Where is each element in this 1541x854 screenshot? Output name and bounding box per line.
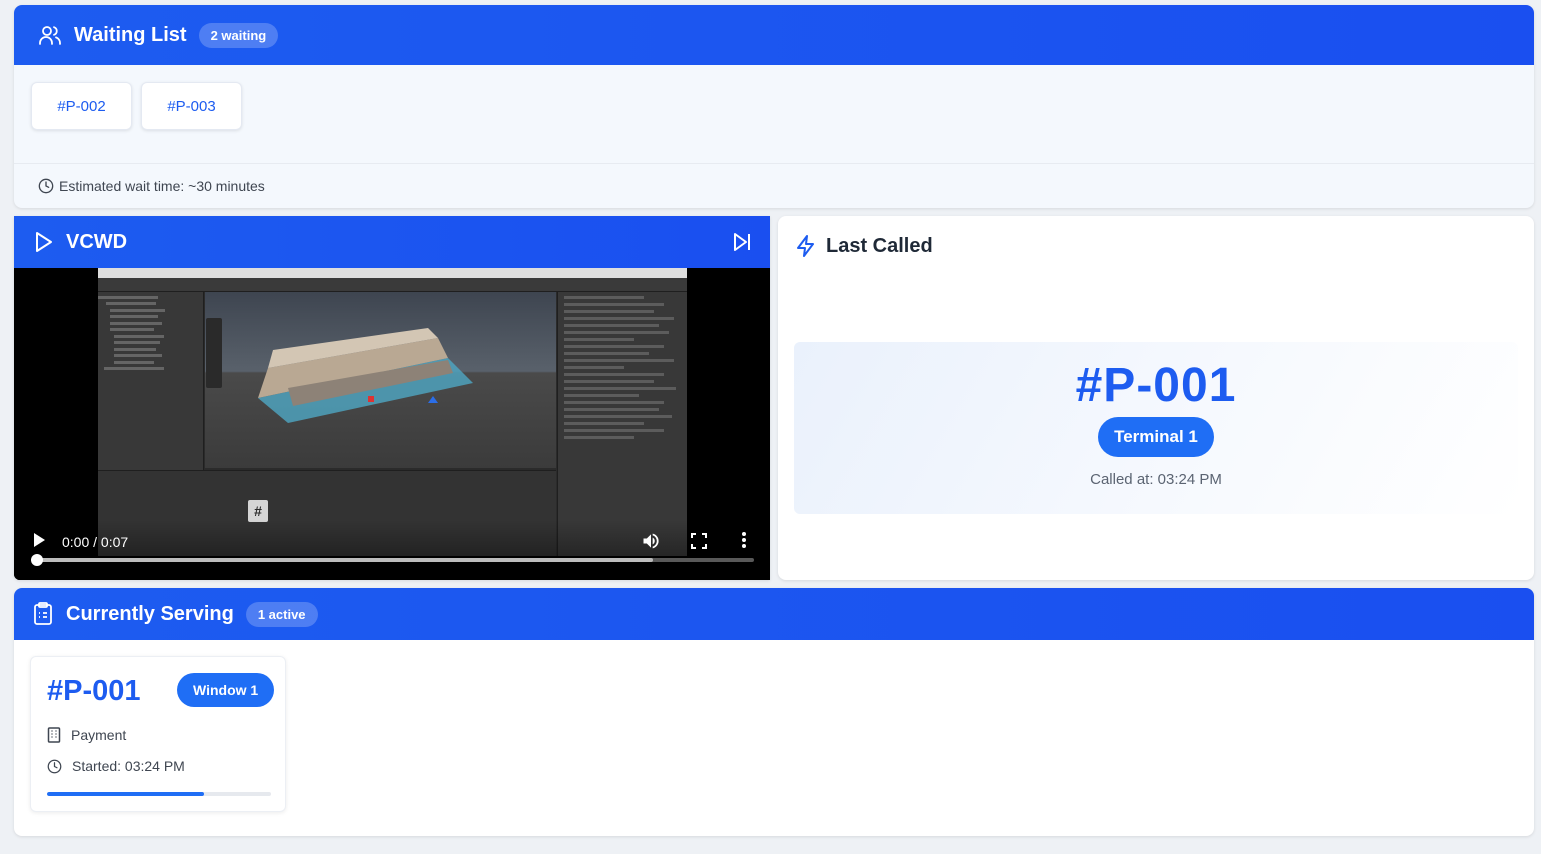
clipboard-icon (32, 602, 54, 626)
video-title: VCWD (66, 230, 128, 253)
service-row: Payment (47, 727, 126, 743)
play-icon[interactable] (32, 532, 46, 548)
clock-icon (38, 178, 59, 194)
video-panel: VCWD # 0:00 / 0:07 (14, 216, 770, 580)
clock-icon (47, 759, 72, 774)
video-progress-bar[interactable] (31, 554, 754, 566)
wait-estimate-text: Estimated wait time: ~30 minutes (59, 178, 265, 194)
waiting-ticket[interactable]: #P-002 (31, 82, 132, 130)
video-controls: 0:00 / 0:07 (14, 520, 770, 580)
currently-serving-panel: Currently Serving 1 active #P-001 Window… (14, 588, 1534, 836)
called-at-time: Called at: 03:24 PM (1090, 471, 1222, 488)
waiting-ticket[interactable]: #P-003 (141, 82, 242, 130)
video-progress-thumb[interactable] (31, 554, 43, 566)
terminal-badge: Terminal 1 (1098, 417, 1214, 457)
video-player[interactable]: # 0:00 / 0:07 (14, 268, 770, 580)
waiting-list-header: Waiting List 2 waiting (14, 5, 1534, 65)
fullscreen-icon[interactable] (691, 533, 707, 549)
service-progress-bar (47, 792, 271, 796)
service-name: Payment (71, 727, 127, 743)
started-row: Started: 03:24 PM (47, 758, 185, 774)
waiting-ticket-list: #P-002 #P-003 (14, 65, 1534, 163)
last-called-card: #P-001 Terminal 1 Called at: 03:24 PM (794, 342, 1518, 514)
building-icon (47, 727, 71, 743)
waiting-list-panel: Waiting List 2 waiting #P-002 #P-003 Est… (14, 5, 1534, 208)
wait-estimate: Estimated wait time: ~30 minutes (14, 163, 1534, 208)
started-time: Started: 03:24 PM (72, 758, 185, 774)
waiting-list-title: Waiting List (74, 23, 187, 46)
users-icon (38, 23, 62, 47)
volume-icon[interactable] (641, 531, 661, 551)
last-called-number: #P-001 (1075, 359, 1237, 412)
active-count-badge: 1 active (245, 601, 318, 627)
more-options-icon[interactable] (741, 531, 747, 549)
service-progress-fill (47, 792, 204, 796)
last-called-title: Last Called (826, 234, 933, 257)
video-frame: # (98, 268, 687, 556)
serving-number: #P-001 (47, 675, 141, 707)
waiting-count-badge: 2 waiting (198, 22, 279, 48)
video-time: 0:00 / 0:07 (62, 534, 129, 550)
serving-card[interactable]: #P-001 Window 1 Payment Started: 03:24 P… (30, 656, 286, 812)
last-called-panel: Last Called #P-001 Terminal 1 Called at:… (778, 216, 1534, 580)
play-outline-icon (34, 231, 54, 253)
video-header: VCWD (14, 216, 770, 268)
window-badge: Window 1 (177, 673, 275, 707)
lightning-icon (794, 234, 826, 258)
skip-next-icon[interactable] (732, 232, 752, 252)
video-buffer-fill (36, 558, 654, 562)
serving-header: Currently Serving 1 active (14, 588, 1534, 640)
serving-title: Currently Serving (66, 602, 234, 625)
last-called-header: Last Called (778, 216, 1534, 276)
